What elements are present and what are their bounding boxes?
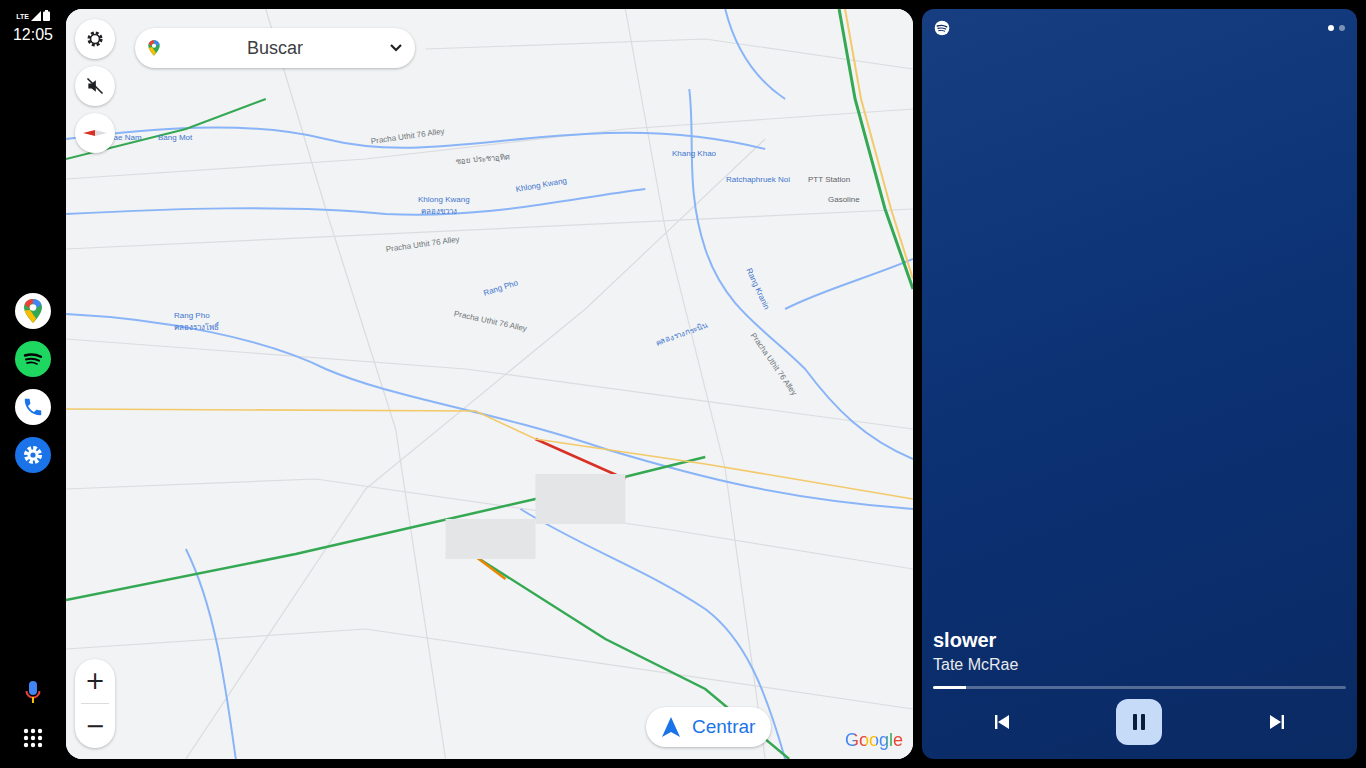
zoom-controls: +− xyxy=(75,659,115,748)
map-label: PTT Station xyxy=(808,175,850,185)
next-button[interactable] xyxy=(1254,699,1300,745)
map-panel[interactable]: Bang Mae NamBang MotPracha Uthit 76 Alle… xyxy=(66,9,913,759)
progress-fill xyxy=(933,686,966,689)
app-list xyxy=(15,293,51,473)
map-label: คลองรางโพธิ์ xyxy=(174,323,219,333)
chevron-down-icon[interactable] xyxy=(389,43,403,53)
google-attribution: Google xyxy=(845,730,903,751)
status-icons: LTE xyxy=(16,10,50,21)
microphone-icon[interactable] xyxy=(25,680,41,704)
compass-icon xyxy=(83,127,107,139)
spotify-icon xyxy=(934,20,950,36)
map-label: คลองขวาง xyxy=(421,207,457,217)
page-indicator xyxy=(1328,25,1345,31)
media-info: slowerTate McRae xyxy=(922,628,1357,759)
navigation-arrow-icon xyxy=(662,717,680,737)
map-label: Gasoline xyxy=(828,195,860,205)
zoom-out-button[interactable]: − xyxy=(75,704,115,748)
zoom-in-button[interactable]: + xyxy=(75,659,115,703)
playback-controls xyxy=(933,699,1346,745)
speaker-icon xyxy=(85,76,105,96)
clock: 12:05 xyxy=(13,26,53,44)
skip-next-icon xyxy=(1269,714,1285,730)
phone-app-icon[interactable] xyxy=(15,389,51,425)
gear-icon xyxy=(86,30,104,48)
maps-pin-icon xyxy=(147,38,161,58)
map-settings-button[interactable] xyxy=(75,19,115,59)
map-tools xyxy=(75,19,115,153)
pause-icon xyxy=(1130,713,1148,731)
media-card[interactable]: slowerTate McRae xyxy=(922,9,1357,759)
app-grid-icon[interactable] xyxy=(23,728,43,748)
search-placeholder: Buscar xyxy=(171,38,379,59)
media-header xyxy=(922,9,1357,36)
battery-icon xyxy=(43,10,50,21)
recenter-button[interactable]: Centrar xyxy=(646,707,771,747)
map-label: Bang Mot xyxy=(158,133,192,143)
map-label: Khang Khao xyxy=(672,149,716,159)
map-label: Khlong Kwang xyxy=(418,195,470,205)
play-pause-button[interactable] xyxy=(1116,699,1162,745)
android-auto-screen: LTE 12:05 Bang Mae NamBang MotPracha Uthit… xyxy=(0,0,1366,768)
search-bar[interactable]: Buscar xyxy=(135,28,415,68)
map-label: Rang Pho xyxy=(174,311,210,321)
spotify-app-icon[interactable] xyxy=(15,341,51,377)
track-title: slower xyxy=(933,628,1346,652)
page-dot[interactable] xyxy=(1328,25,1334,31)
skip-previous-icon xyxy=(994,714,1010,730)
mute-button[interactable] xyxy=(75,66,115,106)
progress-bar[interactable] xyxy=(933,686,1346,689)
recenter-label: Centrar xyxy=(692,716,755,738)
signal-icon xyxy=(31,11,41,21)
settings-app-icon[interactable] xyxy=(15,437,51,473)
compass-button[interactable] xyxy=(75,113,115,153)
previous-button[interactable] xyxy=(979,699,1025,745)
rail-bottom xyxy=(23,680,43,768)
network-label: LTE xyxy=(16,13,29,21)
status-bar: LTE 12:05 xyxy=(13,0,53,56)
page-dot[interactable] xyxy=(1339,25,1345,31)
track-artist: Tate McRae xyxy=(933,654,1346,676)
map-label: Ratchaphruek Noi xyxy=(726,175,790,185)
side-rail: LTE 12:05 xyxy=(0,0,66,768)
maps-app-icon[interactable] xyxy=(15,293,51,329)
